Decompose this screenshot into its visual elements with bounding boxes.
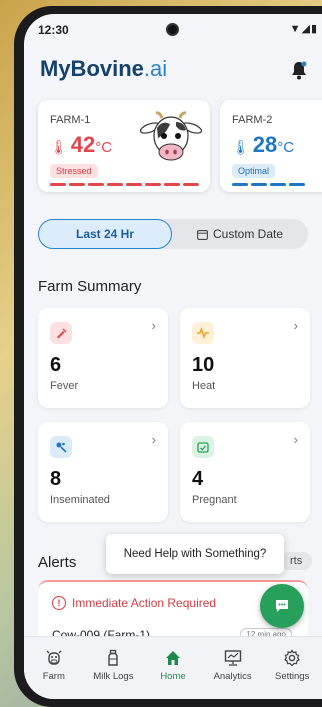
temp-value: 42: [70, 132, 96, 157]
farm-name: FARM-2: [232, 114, 273, 126]
chat-help-button[interactable]: [260, 584, 304, 628]
nav-milk-logs-label: Milk Logs: [93, 671, 134, 682]
inseminated-icon: [50, 436, 72, 458]
nav-settings-label: Settings: [275, 671, 310, 682]
fever-syringe-icon: [50, 322, 72, 344]
farm-temperature: 🌡 28°C: [232, 132, 294, 158]
farm-temperature: 🌡 42°C: [50, 132, 112, 158]
cow-icon: [46, 650, 62, 665]
analytics-board-icon: [224, 650, 241, 666]
notification-bell-icon[interactable]: [290, 60, 308, 80]
status-badge: Optimal: [232, 164, 276, 178]
brand-logo: MyBovine.ai: [40, 56, 167, 82]
alerts-title: Alerts: [38, 554, 77, 571]
custom-date-label: Custom Date: [212, 227, 284, 241]
time-filter-segment: Last 24 Hr Custom Date: [38, 219, 308, 249]
chat-icon: [276, 600, 288, 612]
heat-pulse-icon: [192, 322, 214, 344]
pregnant-calendar-icon: [192, 436, 214, 458]
nav-analytics[interactable]: Analytics: [206, 649, 260, 699]
temp-value: 28: [252, 132, 278, 157]
nav-home[interactable]: Home: [146, 649, 200, 699]
custom-date-tab[interactable]: Custom Date: [172, 219, 308, 249]
home-icon: [165, 651, 180, 665]
temp-level-bars: [50, 183, 199, 186]
milk-bottle-icon: [108, 649, 119, 666]
status-badge: Stressed: [50, 164, 98, 178]
app-header: MyBovine.ai: [24, 52, 322, 92]
last-24hr-label: Last 24 Hr: [75, 227, 135, 241]
nav-home-label: Home: [160, 671, 186, 682]
chevron-right-icon: ›: [151, 318, 156, 333]
farm-card-1[interactable]: FARM-1 🌡 42°C Stressed: [38, 100, 210, 192]
alert-exclamation-icon: !: [52, 596, 66, 610]
inseminated-card[interactable]: › 8 Inseminated: [38, 422, 168, 522]
farm-summary-title: Farm Summary: [38, 278, 142, 295]
bottom-navigation: Farm Milk Logs Home Analytics Settings: [24, 636, 322, 699]
alert-heading: ! Immediate Action Required: [52, 596, 216, 610]
chevron-right-icon: ›: [293, 318, 298, 333]
brand-main: MyBovine: [40, 56, 144, 81]
farm-name: FARM-1: [50, 114, 91, 126]
nav-farm[interactable]: Farm: [27, 649, 81, 699]
inseminated-label: Inseminated: [50, 494, 110, 506]
thermometer-icon: 🌡: [232, 139, 250, 155]
pregnant-label: Pregnant: [192, 494, 237, 506]
calendar-icon: [197, 229, 208, 240]
heat-card[interactable]: › 10 Heat: [180, 308, 310, 408]
nav-settings[interactable]: Settings: [265, 649, 319, 699]
temp-level-bars: [232, 183, 305, 186]
nav-milk-logs[interactable]: Milk Logs: [86, 649, 140, 699]
nav-analytics-label: Analytics: [213, 671, 252, 682]
system-icons: ▼◢▮: [289, 23, 318, 35]
heat-label: Heat: [192, 380, 216, 392]
heat-count: 10: [192, 354, 215, 376]
app-screen: 12:30 ▼◢▮ MyBovine.ai FARM-1 🌡 42°C Stres…: [24, 14, 322, 699]
temp-unit: °C: [95, 139, 113, 156]
pregnant-count: 4: [192, 468, 204, 490]
chevron-right-icon: ›: [151, 432, 156, 447]
chevron-right-icon: ›: [293, 432, 298, 447]
fever-count: 6: [50, 354, 62, 376]
farm-cards-row: FARM-1 🌡 42°C Stressed FARM-2 🌡 28°C Opt…: [38, 100, 322, 192]
cow-mascot-icon: [140, 111, 202, 161]
alert-heading-text: Immediate Action Required: [72, 596, 217, 610]
fever-card[interactable]: › 6 Fever: [38, 308, 168, 408]
last-24hr-tab[interactable]: Last 24 Hr: [38, 219, 172, 249]
fever-label: Fever: [50, 380, 79, 392]
inseminated-count: 8: [50, 468, 62, 490]
status-time: 12:30: [38, 23, 69, 37]
view-all-alerts-button[interactable]: rts: [280, 552, 313, 570]
temp-unit: °C: [277, 139, 295, 156]
farm-card-2[interactable]: FARM-2 🌡 28°C Optimal: [220, 100, 322, 192]
pregnant-card[interactable]: › 4 Pregnant: [180, 422, 310, 522]
gear-icon: [284, 649, 301, 667]
brand-suffix: .ai: [143, 56, 168, 81]
status-bar: 12:30 ▼◢▮: [24, 14, 322, 44]
nav-farm-label: Farm: [42, 671, 65, 682]
help-tooltip: Need Help with Something?: [106, 534, 284, 574]
thermometer-icon: 🌡: [50, 139, 68, 155]
camera-cutout: [166, 23, 179, 36]
